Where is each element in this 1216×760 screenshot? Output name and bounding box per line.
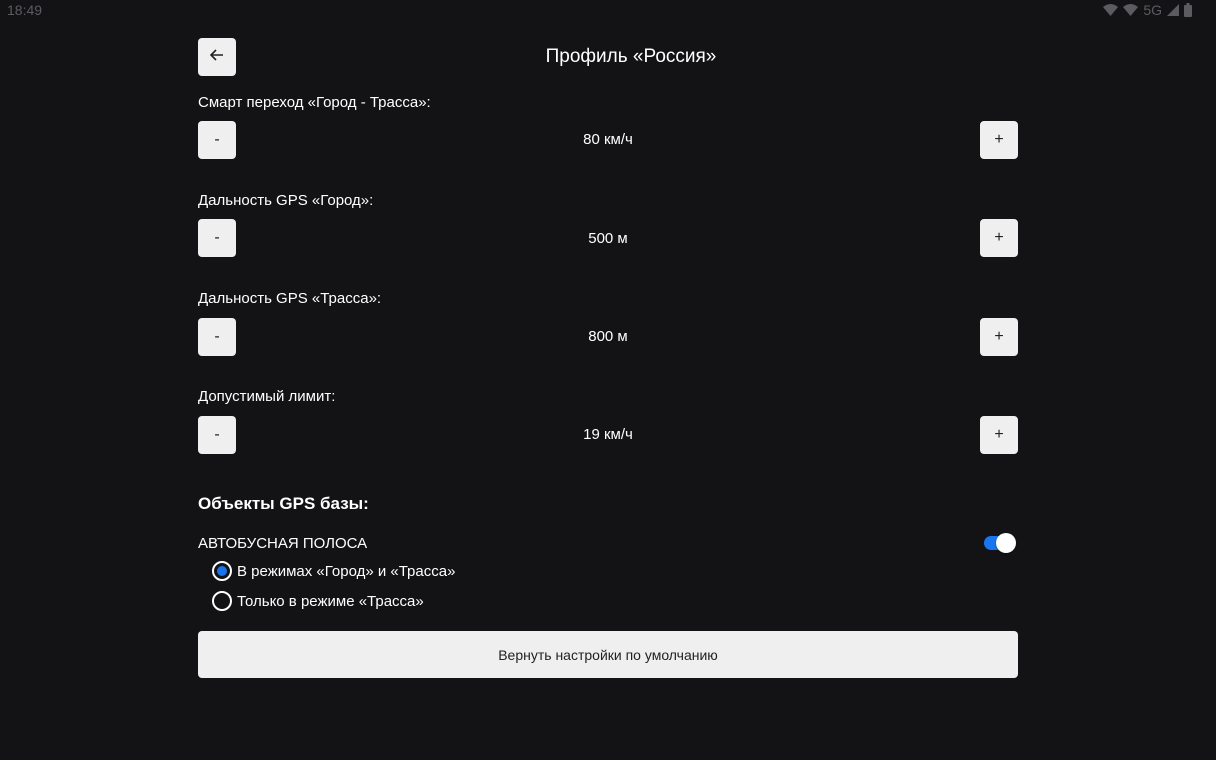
- status-icons: 5G: [1103, 2, 1192, 18]
- radio-selected-icon: [212, 561, 232, 581]
- setting-label-gps-city: Дальность GPS «Город»:: [198, 192, 374, 209]
- increase-gps-highway-button[interactable]: +: [980, 318, 1018, 356]
- radio-highway-only-label: Только в режиме «Трасса»: [237, 592, 424, 610]
- battery-icon: [1184, 3, 1192, 17]
- decrease-gps-highway-button[interactable]: -: [198, 318, 236, 356]
- radio-city-and-highway[interactable]: В режимах «Город» и «Трасса»: [212, 561, 455, 581]
- radio-highway-only[interactable]: Только в режиме «Трасса»: [212, 591, 424, 611]
- decrease-gps-city-button[interactable]: -: [198, 219, 236, 257]
- radio-unselected-icon: [212, 591, 232, 611]
- status-time: 18:49: [7, 2, 43, 18]
- bus-lane-toggle[interactable]: [984, 533, 1016, 553]
- signal-icon: [1167, 4, 1179, 16]
- setting-value-speed-limit: 19 км/ч: [583, 426, 633, 443]
- increase-gps-city-button[interactable]: +: [980, 219, 1018, 257]
- increase-smart-transition-button[interactable]: +: [980, 121, 1018, 159]
- bus-lane-label: АВТОБУСНАЯ ПОЛОСА: [198, 535, 368, 552]
- setting-label-smart-transition: Смарт переход «Город - Трасса»:: [198, 94, 431, 111]
- page-title: Профиль «Россия»: [545, 46, 717, 67]
- gps-objects-title: Объекты GPS базы:: [198, 494, 369, 513]
- setting-value-gps-highway: 800 м: [588, 328, 628, 345]
- setting-value-gps-city: 500 м: [588, 230, 628, 247]
- decrease-speed-limit-button[interactable]: -: [198, 416, 236, 454]
- reset-defaults-button[interactable]: Вернуть настройки по умолчанию: [198, 631, 1018, 678]
- setting-label-speed-limit: Допустимый лимит:: [198, 388, 336, 405]
- setting-value-smart-transition: 80 км/ч: [583, 131, 633, 148]
- decrease-smart-transition-button[interactable]: -: [198, 121, 236, 159]
- radio-dot: [217, 566, 227, 576]
- wifi-icon: [1103, 4, 1119, 16]
- status-bar: 18:49 5G: [0, 0, 1216, 20]
- wifi-icon: [1123, 4, 1139, 16]
- network-type-label: 5G: [1143, 2, 1162, 18]
- increase-speed-limit-button[interactable]: +: [980, 416, 1018, 454]
- toggle-thumb: [996, 533, 1016, 553]
- setting-label-gps-highway: Дальность GPS «Трасса»:: [198, 290, 382, 307]
- radio-city-and-highway-label: В режимах «Город» и «Трасса»: [237, 562, 456, 580]
